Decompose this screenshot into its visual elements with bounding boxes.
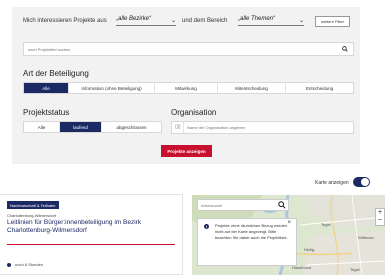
building-icon: ▯▯ (175, 124, 181, 130)
organisation-heading: Organisation (171, 108, 217, 117)
zoom-in-button[interactable]: + (376, 209, 384, 217)
chevron-down-icon: ⌄ (298, 18, 304, 24)
map-label: Tegel (321, 222, 331, 227)
show-projects-button[interactable]: Projekte anzeigen (161, 145, 212, 157)
participation-option-entscheidung[interactable]: Entscheidung (286, 83, 353, 93)
close-icon[interactable]: × (287, 220, 291, 226)
zoom-out-button[interactable]: − (376, 217, 384, 225)
filter-intro-text: Mich interessieren Projekte aus (23, 18, 107, 24)
participation-option-mitwirkung[interactable]: Mitwirkung (155, 83, 218, 93)
map-label: Heilig- (304, 247, 316, 252)
category-badge: Nachbarschaft & Teilhabe (7, 201, 59, 209)
participation-heading: Art der Beteiligung (23, 69, 89, 78)
project-search (23, 42, 354, 56)
map[interactable]: Tegel Wittenau Heilig- Hakenfelde Haselh… (192, 195, 385, 275)
filter-connector-text: und dem Bereich (182, 18, 228, 24)
chevron-down-icon: ⌄ (170, 18, 176, 24)
map-info-popup: i Projekte ohne räumlichen Bezug werden … (197, 218, 297, 266)
more-filters-button[interactable]: weitere Filter (315, 16, 350, 27)
card-divider (7, 244, 175, 245)
map-label: Tegel (350, 267, 360, 272)
info-icon: i (204, 224, 209, 229)
project-search-input[interactable] (24, 43, 336, 55)
map-info-text: Projekte ohne räumlichen Bezug werden ni… (215, 223, 288, 240)
topic-select-value: „alle Themen“ (238, 16, 276, 22)
search-icon[interactable] (278, 201, 286, 209)
topic-select[interactable]: „alle Themen“ ⌄ (238, 16, 304, 26)
map-label: Wittenau (358, 235, 374, 240)
project-title[interactable]: Leitlinien für Bürger:innenbeteiligung i… (7, 219, 175, 235)
participation-option-information[interactable]: Information (ohne Beteiligung) (69, 83, 155, 93)
map-address-search (197, 199, 289, 211)
status-option-abgeschlossen[interactable]: abgeschlossen (102, 122, 161, 132)
filter-panel: Mich interessieren Projekte aus „alle Be… (12, 7, 360, 164)
status-heading: Projektstatus (23, 108, 70, 117)
map-toggle[interactable] (353, 177, 370, 187)
project-status: noch 6 Stunden (15, 262, 44, 267)
project-district: Charlottenburg-Wilmersdorf (7, 213, 57, 218)
search-icon (342, 46, 348, 52)
status-option-laufend[interactable]: laufend (60, 122, 102, 132)
participation-option-alle[interactable]: Alle (24, 83, 69, 93)
toggle-knob (361, 178, 369, 186)
district-select[interactable]: „alle Bezirke“ ⌄ (116, 16, 176, 26)
status-dot-icon (7, 263, 11, 267)
map-toggle-label: Karte anzeigen (315, 180, 349, 186)
participation-options: Alle Information (ohne Beteiligung) Mitw… (23, 82, 354, 94)
organisation-input[interactable] (183, 122, 353, 133)
participation-option-mitentscheidung[interactable]: Mitentscheidung (218, 83, 286, 93)
search-button[interactable] (337, 43, 353, 55)
map-zoom-control: + − (375, 208, 385, 226)
status-options: Alle laufend abgeschlossen (23, 121, 162, 133)
district-select-value: „alle Bezirke“ (116, 16, 152, 22)
project-card[interactable]: Nachbarschaft & Teilhabe Charlottenburg-… (0, 194, 183, 275)
map-search-input[interactable] (198, 200, 276, 210)
organisation-field: ▯▯ (171, 121, 354, 134)
status-option-alle[interactable]: Alle (24, 122, 60, 132)
